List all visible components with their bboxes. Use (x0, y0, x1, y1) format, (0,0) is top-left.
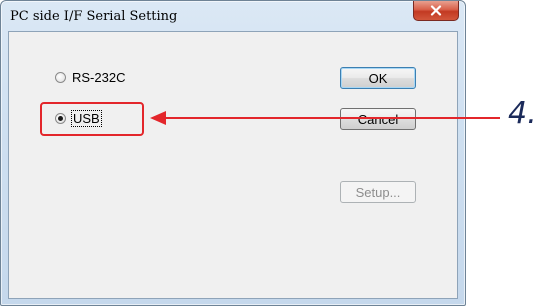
pointer-arrow (150, 111, 500, 125)
step-number-label: 4. (508, 96, 537, 131)
